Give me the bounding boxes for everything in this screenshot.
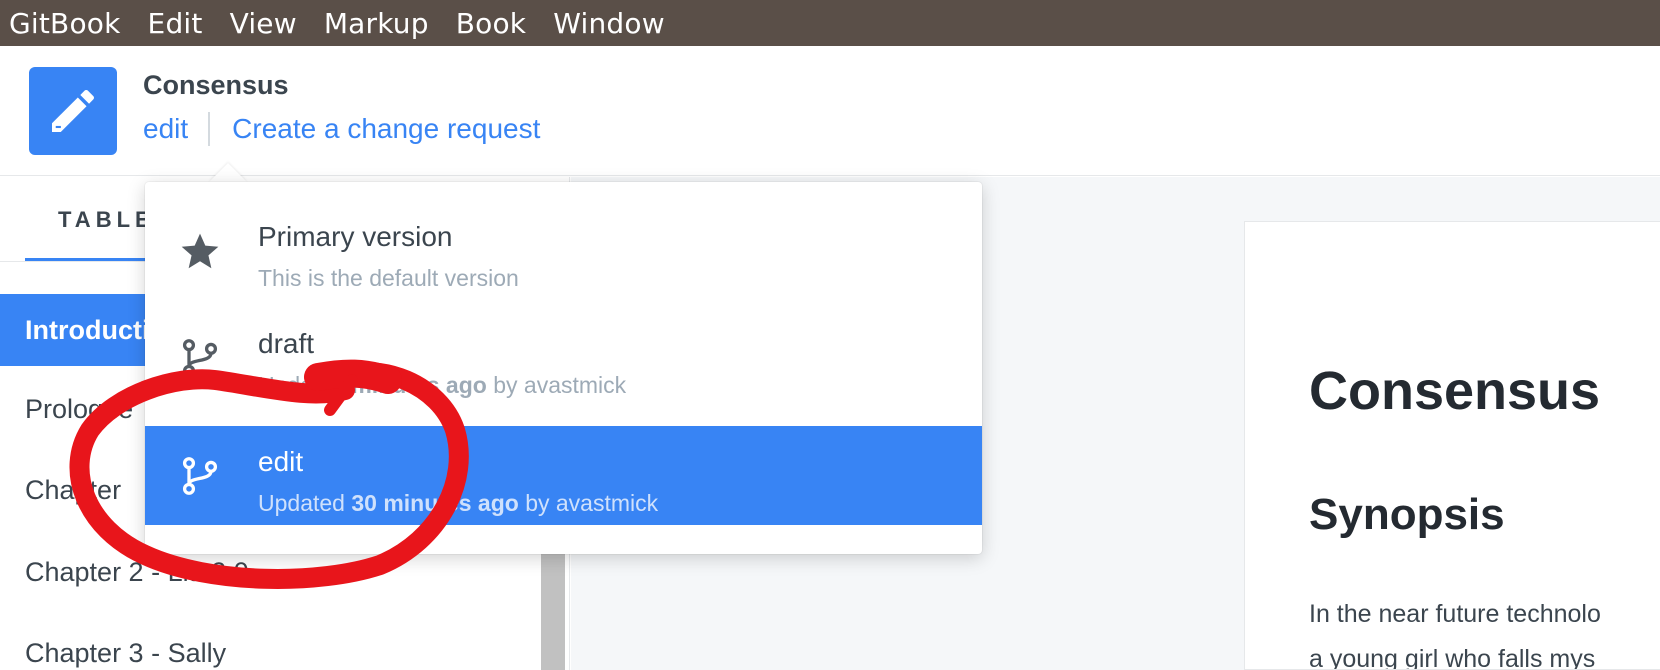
version-option-subtitle: This is the default version <box>258 265 519 291</box>
version-divider <box>208 112 211 146</box>
subtitle-prefix: Updated <box>258 490 345 516</box>
version-option-primary[interactable]: Primary version This is the default vers… <box>145 201 982 300</box>
menu-edit[interactable]: Edit <box>148 7 203 40</box>
body-line-2: a young girl who falls mys <box>1309 645 1596 670</box>
version-selector[interactable]: edit <box>143 113 188 145</box>
menu-gitbook[interactable]: GitBook <box>9 7 121 40</box>
version-option-draft[interactable]: draft Updated minutes ago by avastmick <box>145 308 982 407</box>
menu-markup[interactable]: Markup <box>324 7 429 40</box>
page-card: Consensus Synopsis In the near future te… <box>1244 221 1660 670</box>
subtitle-time: 30 minutes ago <box>351 490 519 516</box>
menu-window[interactable]: Window <box>553 7 665 40</box>
subtitle-author: by avastmick <box>525 490 659 516</box>
star-icon <box>181 233 219 269</box>
menu-book[interactable]: Book <box>456 7 527 40</box>
tab-label: TABLE <box>58 207 155 232</box>
book-title: Consensus <box>143 70 289 100</box>
pencil-icon[interactable] <box>29 67 117 155</box>
create-change-request-link[interactable]: Create a change request <box>232 113 540 145</box>
menu-view[interactable]: View <box>230 7 297 40</box>
dropdown-pointer <box>209 163 247 182</box>
version-dropdown: Primary version This is the default vers… <box>145 182 982 554</box>
toc-item-chapter-3[interactable]: Chapter 3 - Sally <box>0 617 545 670</box>
section-heading: Synopsis <box>1309 490 1505 539</box>
page-title: Consensus <box>1309 361 1601 421</box>
version-option-name: draft <box>258 328 315 359</box>
version-option-name: Primary version <box>258 221 453 252</box>
version-option-subtitle: Updated minutes ago by avastmick <box>258 372 626 399</box>
body-line-1: In the near future technolo <box>1309 600 1601 628</box>
subtitle-prefix: Updated <box>258 372 345 398</box>
branch-icon <box>182 457 218 495</box>
branch-icon <box>182 339 218 377</box>
version-row: edit Create a change request <box>143 112 540 146</box>
version-option-edit[interactable]: edit Updated 30 minutes ago by avastmick <box>145 426 982 525</box>
page-body: In the near future technolo a young girl … <box>1309 592 1660 670</box>
subtitle-time: minutes ago <box>351 372 487 398</box>
version-option-name: edit <box>258 446 304 477</box>
subtitle-author: by avastmick <box>493 372 627 398</box>
book-header: Consensus edit Create a change request <box>0 46 1660 176</box>
menubar: GitBook Edit View Markup Book Window <box>0 0 1660 46</box>
version-option-subtitle: Updated 30 minutes ago by avastmick <box>258 490 658 517</box>
